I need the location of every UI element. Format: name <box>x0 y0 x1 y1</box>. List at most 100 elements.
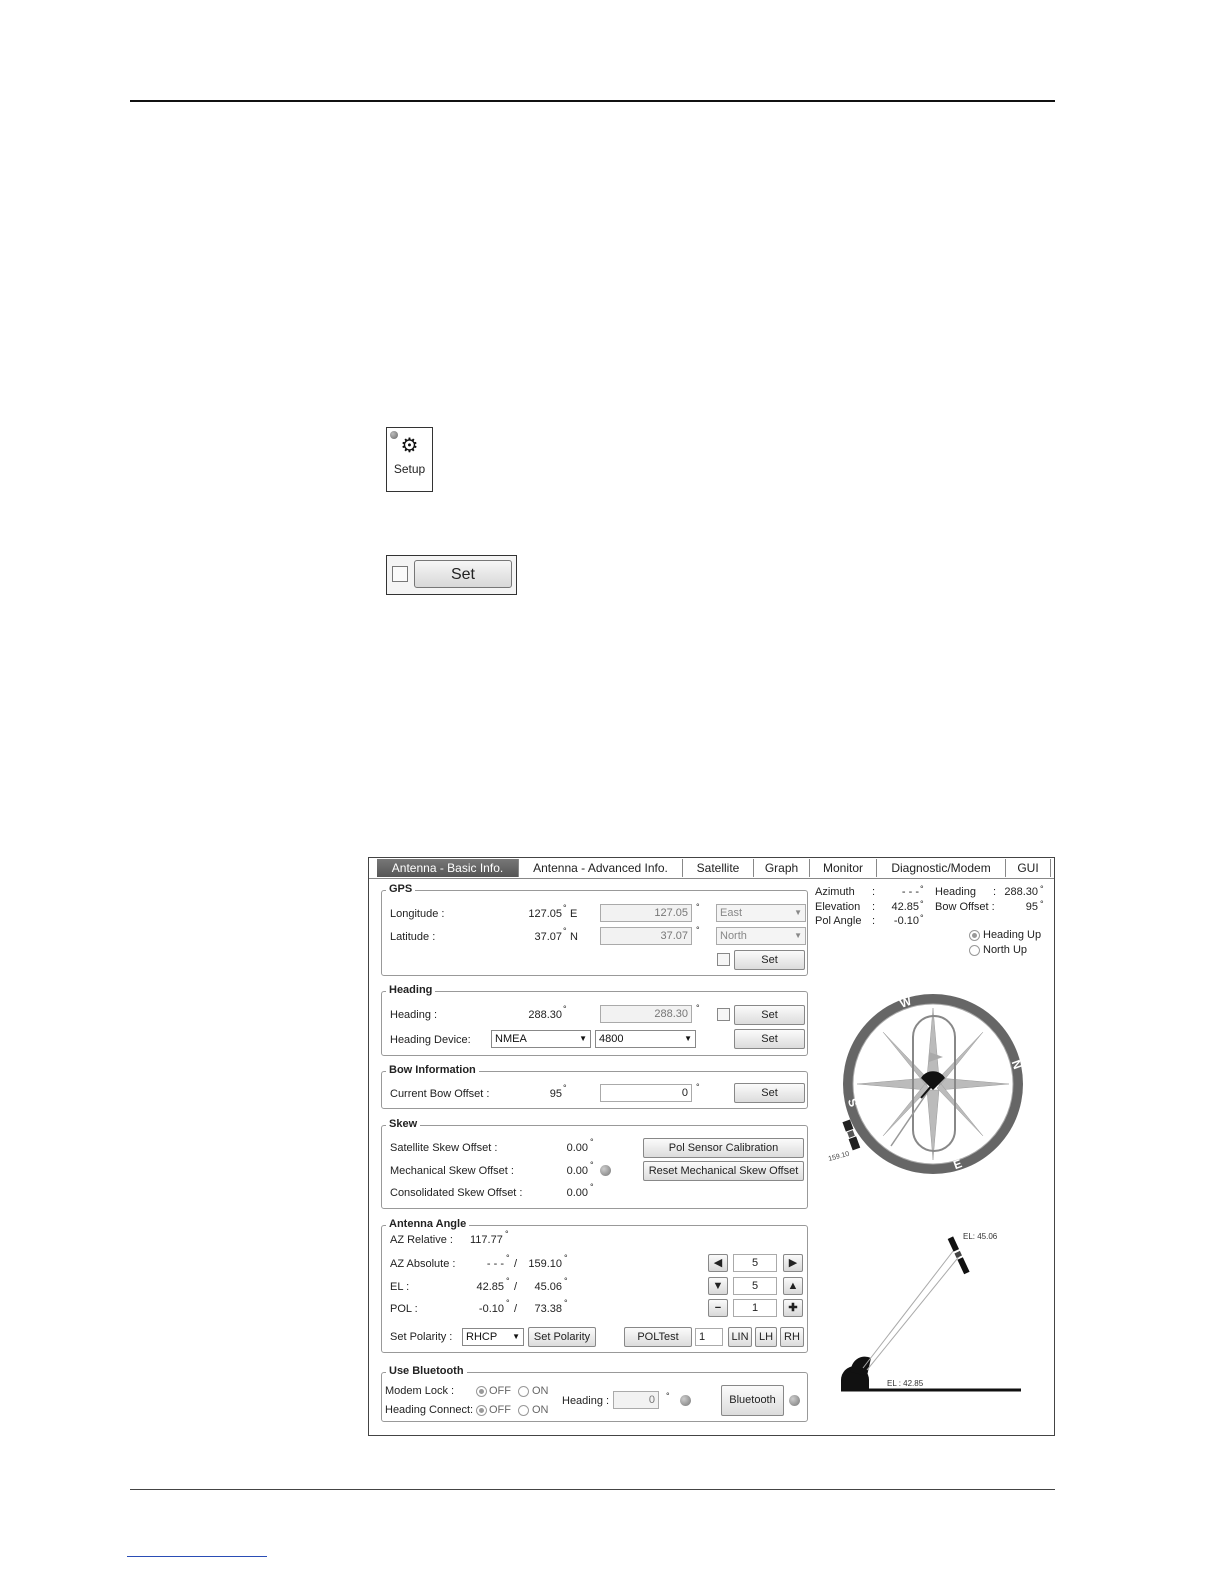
az-right-arrow-icon[interactable]: ▶ <box>783 1254 803 1272</box>
bt-heading-led-icon <box>680 1395 691 1406</box>
degree-mark: ° <box>920 913 924 923</box>
heading-value: 288.30 <box>528 1009 562 1021</box>
degree-mark: ° <box>564 1253 568 1263</box>
target-el-label: EL: 45.06 <box>963 1232 998 1241</box>
latitude-unit: N <box>570 931 578 943</box>
colon: : <box>872 915 876 927</box>
pol-minus-icon[interactable]: − <box>708 1299 728 1317</box>
heading-device-set-button[interactable]: Set <box>734 1029 805 1049</box>
gear-icon: ⚙ <box>400 435 419 457</box>
pol-step-input[interactable]: 1 <box>733 1299 777 1317</box>
satellite-elevation-icon <box>947 1236 970 1275</box>
poltest-button[interactable]: POLTest <box>624 1327 692 1347</box>
bow-offset-label: Current Bow Offset : <box>390 1088 490 1100</box>
footer-link-underline[interactable] <box>127 1556 267 1557</box>
gps-set-button[interactable]: Set <box>734 950 805 970</box>
heading-connect-label: Heading Connect: <box>385 1404 474 1416</box>
degree-mark: ° <box>563 903 567 913</box>
chevron-down-icon: ▼ <box>579 1034 587 1043</box>
polarity-value: RHCP <box>466 1331 498 1343</box>
bow-title: Bow Information <box>386 1064 479 1076</box>
tab-gui[interactable]: GUI <box>1006 859 1051 877</box>
heading-connect-off-label: OFF <box>489 1404 511 1416</box>
bow-offset-status-value: 95 <box>1025 901 1038 913</box>
el-up-arrow-icon[interactable]: ▲ <box>783 1277 803 1295</box>
degree-mark: ° <box>506 1253 510 1263</box>
heading-set-button[interactable]: Set <box>734 1005 805 1025</box>
polarity-select[interactable]: RHCP ▼ <box>462 1328 524 1346</box>
poltest-input[interactable]: 1 <box>695 1328 723 1346</box>
baud-rate-select[interactable]: 4800 ▼ <box>595 1030 696 1048</box>
bt-heading-input[interactable]: 0 <box>613 1391 659 1409</box>
longitude-input[interactable]: 127.05 <box>600 904 692 922</box>
reset-mechanical-skew-button[interactable]: Reset Mechanical Skew Offset <box>643 1161 804 1181</box>
heading-up-label: Heading Up <box>983 929 1042 941</box>
consolidated-skew-value: 0.00 <box>566 1187 588 1199</box>
set-polarity-label: Set Polarity : <box>390 1331 453 1343</box>
set-polarity-button[interactable]: Set Polarity <box>528 1327 596 1347</box>
pol-plus-icon[interactable]: ✚ <box>783 1299 803 1317</box>
tab-antenna-advanced-info[interactable]: Antenna - Advanced Info. <box>519 859 683 877</box>
tab-satellite[interactable]: Satellite <box>683 859 754 877</box>
modem-lock-off-radio[interactable] <box>476 1386 487 1397</box>
degree-mark: ° <box>506 1276 510 1286</box>
longitude-label: Longitude : <box>390 908 445 920</box>
heading-device-value: NMEA <box>495 1033 527 1045</box>
tab-graph[interactable]: Graph <box>754 859 810 877</box>
lh-button[interactable]: LH <box>755 1327 777 1347</box>
az-step-input[interactable]: 5 <box>733 1254 777 1272</box>
rh-button[interactable]: RH <box>780 1327 804 1347</box>
pol-angle-value: -0.10 <box>893 915 919 927</box>
lin-button[interactable]: LIN <box>728 1327 752 1347</box>
degree-mark: ° <box>590 1137 594 1147</box>
top-rule <box>130 100 1055 102</box>
separator-slash: / <box>514 1281 518 1293</box>
chevron-down-icon: ▼ <box>794 931 802 940</box>
heading-input[interactable]: 288.30 <box>600 1005 692 1023</box>
el-down-arrow-icon[interactable]: ▼ <box>708 1277 728 1295</box>
tab-diagnostic-modem[interactable]: Diagnostic/Modem <box>877 859 1006 877</box>
degree-mark: ° <box>564 1276 568 1286</box>
tab-antenna-basic-info[interactable]: Antenna - Basic Info. <box>377 859 519 877</box>
mechanical-skew-led-icon <box>600 1165 611 1176</box>
chevron-down-icon: ▼ <box>512 1332 520 1341</box>
degree-mark: ° <box>920 884 924 894</box>
degree-mark: ° <box>696 902 700 912</box>
elevation-value: 42.85 <box>891 901 919 913</box>
bluetooth-button[interactable]: Bluetooth <box>721 1385 784 1416</box>
latitude-direction-select[interactable]: North ▼ <box>716 927 806 945</box>
modem-lock-on-radio[interactable] <box>518 1386 529 1397</box>
latitude-label: Latitude : <box>390 931 436 943</box>
degree-mark: ° <box>666 1391 670 1401</box>
gps-checkbox[interactable] <box>717 953 730 966</box>
degree-mark: ° <box>1040 899 1044 909</box>
antenna-control-window: Antenna - Basic Info. Antenna - Advanced… <box>368 857 1055 1436</box>
bow-offset-input[interactable]: 0 <box>600 1084 692 1102</box>
satellite-skew-value: 0.00 <box>566 1142 588 1154</box>
longitude-direction-select[interactable]: East ▼ <box>716 904 806 922</box>
bow-set-button[interactable]: Set <box>734 1083 805 1103</box>
degree-mark: ° <box>563 926 567 936</box>
az-left-arrow-icon[interactable]: ◀ <box>708 1254 728 1272</box>
latitude-input[interactable]: 37.07 <box>600 927 692 945</box>
status-heading-value: 288.30 <box>1004 886 1038 898</box>
degree-mark: ° <box>696 1003 700 1013</box>
gps-title: GPS <box>386 883 416 895</box>
set-button[interactable]: Set <box>414 560 512 588</box>
heading-connect-off-radio[interactable] <box>476 1405 487 1416</box>
heading-connect-on-radio[interactable] <box>518 1405 529 1416</box>
north-up-radio[interactable] <box>969 945 980 956</box>
skew-group: Skew Satellite Skew Offset : 0.00 ° Mech… <box>381 1118 808 1209</box>
set-checkbox[interactable] <box>392 566 408 582</box>
el-step-input[interactable]: 5 <box>733 1277 777 1295</box>
heading-device-select[interactable]: NMEA ▼ <box>491 1030 591 1048</box>
latitude-direction-value: North <box>720 930 747 942</box>
az-absolute-target: 159.10 <box>528 1258 562 1270</box>
tab-monitor[interactable]: Monitor <box>810 859 877 877</box>
heading-up-radio[interactable] <box>969 930 980 941</box>
pol-sensor-calibration-button[interactable]: Pol Sensor Calibration <box>643 1138 804 1158</box>
heading-checkbox[interactable] <box>717 1008 730 1021</box>
set-snippet: Set <box>386 555 517 595</box>
current-elevation-line <box>862 1245 958 1369</box>
setup-button[interactable]: ⚙ Setup <box>386 427 433 492</box>
